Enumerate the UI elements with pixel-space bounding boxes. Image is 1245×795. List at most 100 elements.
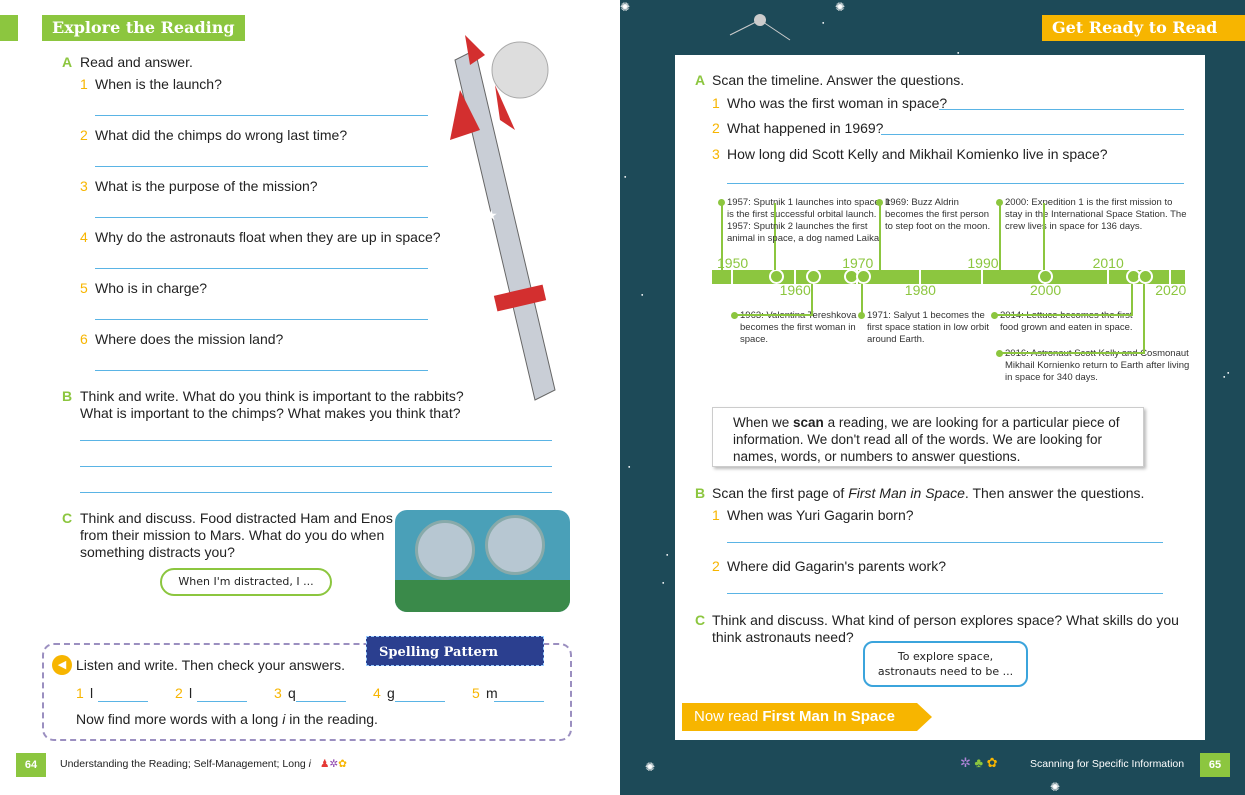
word-start: l [90, 685, 94, 701]
section-text: Think and discuss. What kind of person e… [712, 612, 1179, 628]
section-letter: C [695, 612, 706, 628]
now-read-banner[interactable]: Now read First Man In Space [682, 703, 932, 731]
self-management-icon: ♟ [319, 758, 330, 770]
content-panel: A Scan the timeline. Answer the question… [675, 55, 1205, 740]
answer-line[interactable] [80, 492, 552, 493]
answer-line[interactable] [727, 542, 1163, 543]
timeline-year-label: 2020 [1155, 282, 1187, 298]
answer-line[interactable] [95, 268, 428, 269]
question-text: Who is in charge? [95, 280, 208, 296]
timeline-event-marker [856, 269, 872, 284]
banner-tab [1227, 15, 1245, 41]
star-icon: ● [666, 552, 669, 557]
question-text: What did the chimps do wrong last time? [95, 127, 348, 143]
word-start: g [387, 685, 395, 701]
instruction: Listen and write. Then check your answer… [76, 657, 345, 673]
word-start: q [288, 685, 296, 701]
timeline-event: 1957: Sputnik 2 launches the first anima… [727, 221, 882, 244]
word-start: m [486, 685, 498, 701]
section-letter: A [695, 72, 706, 88]
question-text: Why do the astronauts float when they ar… [95, 229, 441, 245]
answer-line[interactable] [727, 183, 1184, 184]
timeline-connector [734, 284, 814, 316]
timeline-event: 1969: Buzz Aldrin becomes the first pers… [885, 197, 991, 232]
rocket-illustration: ★ [450, 35, 556, 401]
timeline-tick [1106, 270, 1109, 284]
question-text: What happened in 1969? [727, 120, 884, 136]
page-number: 64 [16, 753, 46, 777]
question-number: 2 [712, 558, 720, 574]
question-number: 1 [80, 76, 88, 92]
star-icon: ● [1223, 374, 1226, 379]
answer-line[interactable] [95, 217, 428, 218]
star-icon: ● [1227, 370, 1230, 375]
timeline-connector [999, 284, 1146, 354]
timeline-tick [981, 270, 984, 284]
question-number: 6 [80, 331, 88, 347]
timeline-year-label: 1970 [842, 255, 874, 271]
item-number: 3 [274, 685, 282, 701]
section-text: Think and write. What do you think is im… [80, 388, 464, 404]
answer-line[interactable] [197, 701, 247, 702]
item-number: 1 [76, 685, 84, 701]
section-text: Think and discuss. Food distracted Ham a… [80, 510, 393, 526]
star-icon: ✺ [620, 0, 631, 14]
question-text: When is the launch? [95, 76, 222, 92]
answer-line[interactable] [494, 701, 544, 702]
question-number: 1 [712, 507, 720, 523]
timeline-connector [999, 203, 1045, 270]
section-letter: A [62, 54, 73, 70]
section-title: Scan the first page of First Man in Spac… [712, 485, 1145, 501]
answer-line[interactable] [395, 701, 445, 702]
word-start: l [189, 685, 193, 701]
star-icon: ● [822, 20, 825, 25]
sputnik-icon [729, 14, 791, 41]
spelling-pattern-tag: Spelling Pattern long i [366, 636, 544, 677]
answer-line[interactable] [95, 319, 428, 320]
section-text: What is important to the chimps? What ma… [80, 405, 461, 421]
question-number: 3 [80, 178, 88, 194]
answer-line[interactable] [881, 134, 1184, 135]
item-number: 2 [175, 685, 183, 701]
section-title: Scan the timeline. Answer the questions. [712, 72, 965, 88]
answer-line[interactable] [727, 593, 1163, 594]
answer-line[interactable] [296, 701, 346, 702]
question-number: 4 [80, 229, 88, 245]
section-text: something distracts you? [80, 544, 235, 560]
footer-text: Scanning for Specific Information [1030, 758, 1185, 770]
audio-speaker-icon[interactable]: ◀ [52, 655, 72, 675]
answer-line[interactable] [95, 370, 428, 371]
timeline-connector [879, 203, 881, 270]
question-number: 2 [80, 127, 88, 143]
answer-line[interactable] [939, 109, 1184, 110]
timeline-year-label: 2010 [1092, 255, 1124, 271]
left-page: Explore the Reading A Read and answer. 1… [0, 0, 620, 795]
section-letter: B [62, 388, 73, 404]
star-icon: ● [662, 580, 665, 585]
section-text: from their mission to Mars. What do you … [80, 527, 385, 543]
footer-text: Understanding the Reading; Self-Manageme… [60, 758, 347, 770]
mice-astronauts-illustration [395, 510, 570, 612]
skill-icons: ✲ ♣ ✿ [960, 755, 998, 770]
question-text: When was Yuri Gagarin born? [727, 507, 914, 523]
section-text: think astronauts need? [712, 629, 854, 645]
page-number: 65 [1200, 753, 1230, 777]
question-number: 5 [80, 280, 88, 296]
group-icon: ✿ [338, 758, 347, 770]
banner-tab [0, 15, 18, 41]
star-icon: ● [624, 174, 627, 179]
star-icon: ● [641, 292, 644, 297]
spelling-footer: Now find more words with a long i in the… [76, 711, 378, 727]
answer-line[interactable] [98, 701, 148, 702]
question-text: What is the purpose of the mission? [95, 178, 318, 194]
question-number: 3 [712, 146, 720, 162]
answer-line[interactable] [95, 166, 428, 167]
question-text: Where did Gagarin's parents work? [727, 558, 946, 574]
answer-line[interactable] [80, 466, 552, 467]
timeline-event: 1971: Salyut 1 becomes the first space s… [867, 310, 989, 345]
answer-line[interactable] [95, 115, 428, 116]
star-icon: ✺ [645, 760, 656, 774]
answer-line[interactable] [80, 440, 552, 441]
idea-icon: ✲ [329, 758, 339, 770]
star-icon: ● [628, 464, 631, 469]
